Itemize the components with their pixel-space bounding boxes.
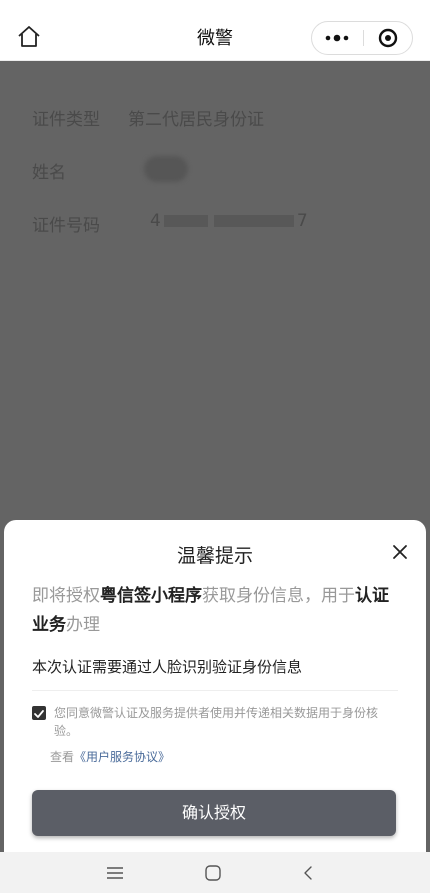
auth-suffix: 办理 bbox=[66, 615, 100, 635]
doc-type-row: 证件类型 第二代居民身份证 bbox=[32, 105, 264, 130]
id-mask bbox=[163, 215, 208, 227]
more-dots-icon[interactable] bbox=[312, 22, 363, 54]
view-agreement-line: 查看《用户服务协议》 bbox=[50, 748, 170, 765]
agreement-row: 您同意微警认证及服务提供者使用并传递相关数据用于身份核验。 bbox=[32, 704, 400, 740]
auth-sheet: 温馨提示 即将授权粤信签小程序获取身份信息，用于认证业务办理 本次认证需要通过人… bbox=[4, 520, 426, 852]
agree-checkbox[interactable] bbox=[32, 706, 46, 720]
menu-icon[interactable] bbox=[104, 862, 126, 884]
sheet-title: 温馨提示 bbox=[176, 545, 253, 567]
auth-middle: 获取身份信息，用于 bbox=[202, 586, 355, 606]
divider bbox=[32, 690, 398, 691]
close-icon[interactable] bbox=[388, 540, 412, 564]
id-row: 证件号码 47 bbox=[32, 211, 308, 236]
top-bar: 微警 bbox=[0, 0, 430, 61]
home-icon[interactable] bbox=[14, 22, 44, 52]
auth-description: 即将授权粤信签小程序获取身份信息，用于认证业务办理 bbox=[32, 582, 402, 640]
agree-text: 您同意微警认证及服务提供者使用并传递相关数据用于身份核验。 bbox=[54, 706, 379, 738]
id-mask bbox=[213, 215, 294, 227]
id-start: 4 bbox=[150, 211, 161, 231]
name-label: 姓名 bbox=[32, 163, 66, 183]
view-prefix: 查看 bbox=[50, 750, 75, 764]
id-label: 证件号码 bbox=[32, 216, 100, 236]
doc-type-value: 第二代居民身份证 bbox=[128, 110, 264, 130]
name-row: 姓名 bbox=[32, 156, 188, 183]
back-icon[interactable] bbox=[298, 862, 320, 884]
target-close-icon[interactable] bbox=[364, 22, 413, 54]
auth-prefix: 即将授权 bbox=[32, 586, 100, 606]
agreement-link[interactable]: 《用户服务协议》 bbox=[74, 750, 170, 764]
system-nav-bar bbox=[0, 852, 430, 893]
face-notice: 本次认证需要通过人脸识别验证身份信息 bbox=[32, 658, 303, 676]
id-end: 7 bbox=[296, 211, 308, 231]
app-name: 粤信签小程序 bbox=[100, 586, 202, 606]
doc-type-label: 证件类型 bbox=[32, 110, 100, 130]
id-value: 47 bbox=[150, 211, 308, 231]
masked-name bbox=[144, 156, 188, 182]
capsule-menu bbox=[311, 21, 413, 55]
confirm-auth-button[interactable]: 确认授权 bbox=[32, 790, 396, 836]
home-square-icon[interactable] bbox=[202, 862, 224, 884]
